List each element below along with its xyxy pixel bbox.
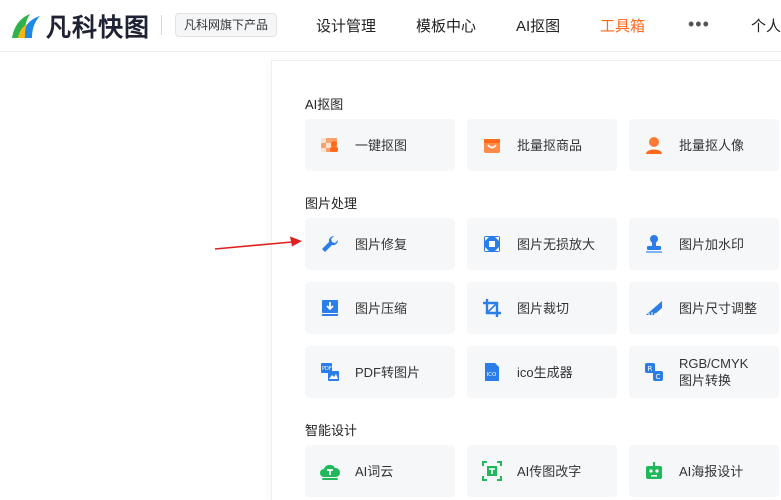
- batch-portrait-cutout-icon: [643, 134, 665, 156]
- crop-icon: [481, 297, 503, 319]
- section-title-ai-cutout: AI抠图: [305, 97, 344, 112]
- ico-file-icon: ICO: [481, 361, 503, 383]
- logo-text: 凡科快图: [46, 13, 151, 42]
- image-text-edit-icon: [481, 460, 503, 482]
- sub-brand-badge: 凡科网旗下产品: [175, 13, 278, 37]
- section-title-smart-design: 智能设计: [305, 423, 358, 438]
- expand-icon: [481, 233, 503, 255]
- svg-text:ICO: ICO: [487, 372, 497, 378]
- nav-template-center[interactable]: 模板中心: [416, 15, 476, 36]
- stamp-icon: [643, 233, 665, 255]
- tool-label: 批量抠人像: [679, 137, 745, 153]
- tool-image-compress[interactable]: 图片压缩: [305, 282, 455, 334]
- pdf-to-image-icon: PDF: [319, 361, 341, 383]
- top-navbar: 凡科快图 凡科网旗下产品 设计管理 模板中心 AI抠图 工具箱 ••• 个人: [0, 0, 781, 52]
- tool-label: AI词云: [355, 463, 394, 479]
- tool-resize[interactable]: 图片尺寸调整: [629, 282, 779, 334]
- nav-ai-cutout[interactable]: AI抠图: [516, 15, 560, 36]
- wrench-icon: [319, 233, 341, 255]
- robot-poster-icon: [643, 460, 665, 482]
- tool-label: 图片修复: [355, 236, 408, 252]
- tool-batch-product-cutout[interactable]: 批量抠商品: [467, 119, 617, 171]
- tool-batch-portrait-cutout[interactable]: 批量抠人像: [629, 119, 779, 171]
- annotation-red-arrow: [214, 236, 302, 250]
- batch-product-cutout-icon: [481, 134, 503, 156]
- nav-personal[interactable]: 个人: [751, 15, 781, 36]
- tool-label: 图片加水印: [679, 236, 745, 252]
- tool-label: ico生成器: [517, 364, 573, 380]
- logo[interactable]: 凡科快图: [8, 8, 150, 44]
- tool-label-line1: RGB/CMYK: [679, 356, 749, 371]
- rgb-cmyk-convert-icon: RC: [643, 361, 665, 383]
- tool-lossless-upscale[interactable]: 图片无损放大: [467, 218, 617, 270]
- nav-toolbox[interactable]: 工具箱: [600, 15, 645, 36]
- one-click-cutout-icon: [319, 134, 341, 156]
- more-dots-icon[interactable]: •••: [688, 14, 710, 35]
- tool-label-line2: 图片转换: [679, 373, 732, 388]
- tool-rgb-cmyk-convert[interactable]: RC RGB/CMYK 图片转换: [629, 346, 779, 398]
- tool-label: 图片尺寸调整: [679, 300, 758, 316]
- svg-text:R: R: [648, 365, 653, 373]
- nav-design-management[interactable]: 设计管理: [316, 15, 376, 36]
- tool-label: 图片无损放大: [517, 236, 596, 252]
- logo-divider: [161, 15, 162, 35]
- svg-text:C: C: [656, 373, 661, 381]
- tool-ai-image-text-edit[interactable]: AI传图改字: [467, 445, 617, 497]
- tool-pdf-to-image[interactable]: PDF PDF转图片: [305, 346, 455, 398]
- word-cloud-icon: [319, 460, 341, 482]
- compress-icon: [319, 297, 341, 319]
- section-title-image-processing: 图片处理: [305, 196, 358, 211]
- tool-ai-poster-design[interactable]: AI海报设计: [629, 445, 779, 497]
- tool-add-watermark[interactable]: 图片加水印: [629, 218, 779, 270]
- tool-label: 图片裁切: [517, 300, 570, 316]
- tool-ai-word-cloud[interactable]: AI词云: [305, 445, 455, 497]
- tool-label: 批量抠商品: [517, 137, 583, 153]
- toolbox-dropdown-panel: AI抠图 一键抠图 批量抠商品 批量抠人像 图片处理 图片修复 图片无损放大 图…: [271, 60, 781, 500]
- tool-label: AI海报设计: [679, 463, 744, 479]
- tool-label: 图片压缩: [355, 300, 408, 316]
- tool-label: PDF转图片: [355, 364, 421, 380]
- tool-image-crop[interactable]: 图片裁切: [467, 282, 617, 334]
- tool-label: RGB/CMYK 图片转换: [679, 355, 748, 389]
- tool-one-click-cutout[interactable]: 一键抠图: [305, 119, 455, 171]
- logo-mark-icon: [12, 14, 40, 38]
- tool-image-repair[interactable]: 图片修复: [305, 218, 455, 270]
- tool-label: 一键抠图: [355, 137, 408, 153]
- tool-ico-generator[interactable]: ICO ico生成器: [467, 346, 617, 398]
- ruler-icon: [643, 297, 665, 319]
- tool-label: AI传图改字: [517, 463, 582, 479]
